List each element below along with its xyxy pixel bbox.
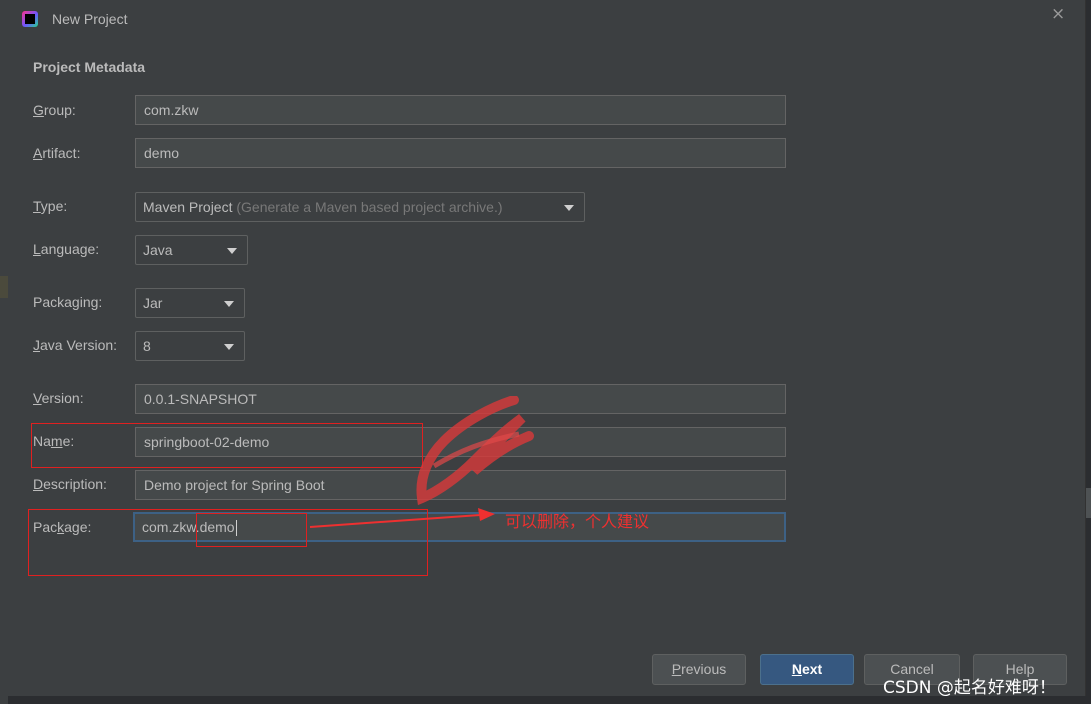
type-select[interactable]: Maven Project (Generate a Maven based pr… xyxy=(135,192,585,222)
name-label: Name: xyxy=(33,433,75,449)
watermark: CSDN @起名好难呀！ xyxy=(883,678,1056,698)
language-label: Language: xyxy=(33,241,100,257)
type-select-value: Maven Project xyxy=(143,199,233,215)
chevron-down-icon xyxy=(564,205,574,211)
description-label: Description: xyxy=(33,476,107,492)
chevron-down-icon xyxy=(224,344,234,350)
package-label: Package: xyxy=(33,519,92,535)
packaging-select[interactable]: Jar xyxy=(135,288,245,318)
ide-left-marker xyxy=(0,276,8,298)
artifact-label: Artifact: xyxy=(33,145,81,161)
annotation-arrow xyxy=(310,508,495,528)
name-field[interactable]: springboot-02-demo xyxy=(135,427,786,457)
group-label: Group: xyxy=(33,102,76,118)
version-field[interactable]: 0.0.1-SNAPSHOT xyxy=(135,384,786,414)
text-caret xyxy=(235,520,237,537)
section-title: Project Metadata xyxy=(33,59,146,75)
java-version-label: Java Version: xyxy=(33,337,118,353)
packaging-label: Packaging: xyxy=(33,294,103,310)
chevron-down-icon xyxy=(227,248,237,254)
ide-left-strip xyxy=(0,0,8,704)
type-select-hint: (Generate a Maven based project archive.… xyxy=(236,199,503,215)
intellij-app-icon xyxy=(22,11,38,27)
packaging-select-value: Jar xyxy=(143,295,163,311)
description-field[interactable]: Demo project for Spring Boot xyxy=(135,470,786,500)
new-project-dialog: New Project × Project Metadata Group: co… xyxy=(8,0,1086,696)
group-field[interactable]: com.zkw xyxy=(135,95,786,125)
dialog-titlebar: New Project × xyxy=(8,0,1085,40)
package-field-value: com.zkw.demo xyxy=(142,519,235,535)
previous-button[interactable]: Previous xyxy=(652,654,746,685)
language-select-value: Java xyxy=(143,242,173,258)
annotation-text: 可以删除，个人建议 xyxy=(505,512,650,531)
artifact-field[interactable]: demo xyxy=(135,138,786,168)
java-version-select[interactable]: 8 xyxy=(135,331,245,361)
language-select[interactable]: Java xyxy=(135,235,248,265)
type-label: Type: xyxy=(33,198,68,214)
next-button[interactable]: Next xyxy=(760,654,854,685)
java-version-select-value: 8 xyxy=(143,338,151,354)
dialog-title: New Project xyxy=(52,11,128,27)
close-icon[interactable]: × xyxy=(1051,4,1065,24)
version-label: Version: xyxy=(33,390,84,406)
chevron-down-icon xyxy=(224,301,234,307)
